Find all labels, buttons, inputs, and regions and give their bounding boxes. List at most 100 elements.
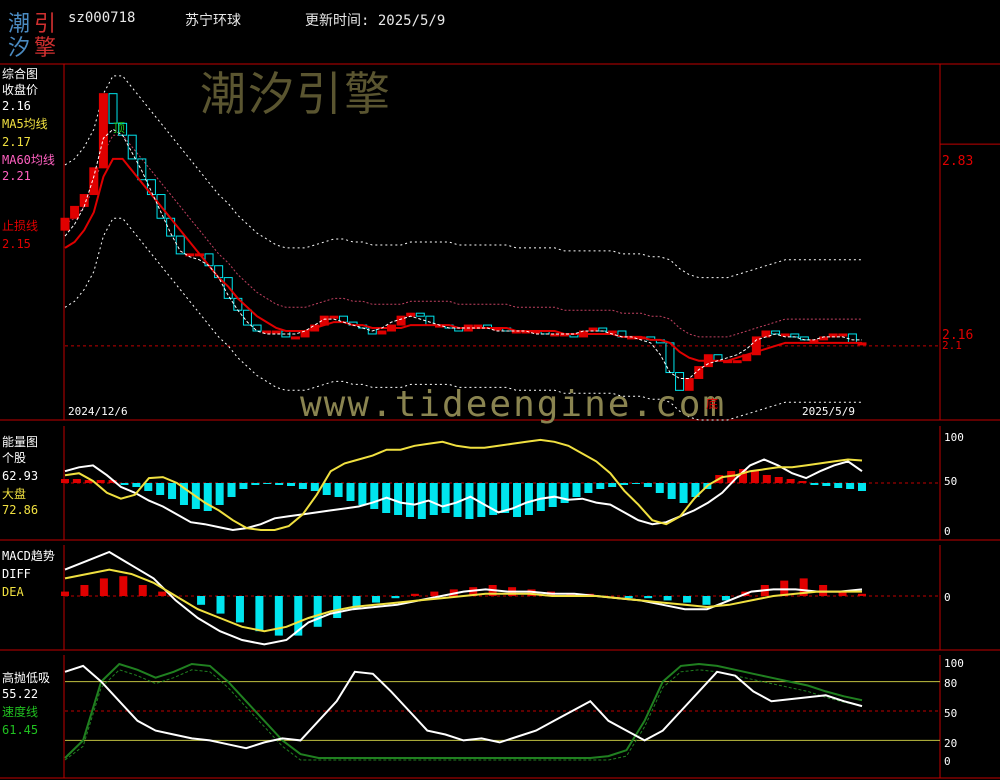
macd-bar (80, 585, 89, 596)
energy-bar (298, 483, 307, 489)
energy-bar (72, 479, 81, 483)
hilo-line (64, 664, 863, 750)
ma60-value: 2.21 (2, 169, 31, 183)
energy-bar (524, 483, 533, 515)
macd-bar (644, 596, 653, 599)
macd-bar (61, 591, 69, 596)
candle-bar (473, 324, 483, 328)
speed-dotted-line (64, 669, 863, 761)
energy-bar (858, 483, 866, 491)
energy-bar (596, 483, 605, 489)
energy-bar (370, 483, 379, 509)
macd-bar (819, 585, 828, 596)
energy-bar (287, 483, 296, 486)
energy-bar (346, 483, 355, 501)
candle-bar (108, 93, 118, 124)
stock-energy-label: 个股 (2, 451, 27, 465)
date-end: 2025/5/9 (802, 405, 855, 418)
energy-bar (762, 475, 771, 483)
candle-bar (329, 315, 339, 319)
ma60-label: MA60均线 (2, 153, 55, 167)
energy-bar (310, 483, 319, 491)
macd-bar (216, 596, 225, 614)
energy-bar (798, 481, 807, 483)
candle-bar (780, 333, 790, 337)
tick-resistance: 2.83 (942, 154, 974, 169)
candle-bar (204, 253, 214, 267)
watermark-cn: 潮汐引擎 (200, 67, 392, 121)
energy-bar (144, 483, 153, 491)
energy-bar (394, 483, 403, 515)
p4-tick: 50 (944, 707, 958, 720)
ma60-line (64, 157, 862, 362)
p4-tick: 20 (944, 737, 958, 750)
dea-label: DEA (2, 585, 24, 599)
panel4-value: 55.22 (2, 687, 39, 701)
energy-bar (405, 483, 414, 517)
p4-tick: 0 (944, 755, 951, 768)
energy-bar (572, 483, 581, 497)
stock-energy-value: 62.93 (2, 469, 39, 483)
candle-bar (214, 265, 224, 279)
diff-line (64, 550, 863, 646)
macd-bar (624, 596, 633, 599)
candle-bar (377, 330, 387, 335)
energy-bar (358, 483, 367, 505)
candle-bar (89, 167, 99, 196)
macd-bar (333, 596, 342, 618)
macd-bar (391, 596, 400, 599)
energy-bar (655, 483, 664, 493)
speed-value: 61.45 (2, 723, 39, 737)
energy-bar (750, 471, 759, 483)
top-marker: 顶 (113, 121, 126, 135)
stop-value: 2.15 (2, 237, 31, 251)
energy-bar (132, 483, 141, 487)
energy-bar (679, 483, 688, 503)
close-value: 2.16 (2, 99, 31, 113)
energy-bar (156, 483, 165, 495)
candle-bar (290, 336, 300, 340)
macd-bar (858, 593, 866, 596)
candle-bar (242, 309, 252, 326)
ma5-line (64, 128, 862, 379)
candle-bar (415, 312, 425, 317)
candle-bar (98, 93, 108, 169)
candle-bar (607, 330, 617, 334)
watermark-url: www.tideengine.com (300, 384, 727, 425)
energy-bar (608, 483, 617, 487)
candle-bar (60, 217, 70, 231)
panel3-title: MACD趋势 (2, 549, 55, 563)
macd-bar (255, 596, 264, 632)
energy-bar (120, 483, 129, 485)
macd-bar (313, 596, 322, 627)
macd-bar (702, 596, 711, 605)
market-energy-value: 72.86 (2, 503, 39, 517)
energy-bar (429, 483, 438, 515)
p3-tick: 0 (944, 591, 951, 604)
close-label: 收盘价 (2, 83, 39, 97)
candle-bar (838, 333, 848, 337)
energy-bar (643, 483, 652, 487)
market-energy-label: 大盘 (2, 487, 27, 501)
p2-tick: 0 (944, 525, 951, 538)
energy-bar (168, 483, 177, 499)
energy-bar (322, 483, 331, 495)
candle-bar (70, 205, 80, 219)
ma5-value: 2.17 (2, 135, 31, 149)
panel4-title: 高抛低吸 (2, 671, 51, 685)
energy-bar (96, 480, 105, 483)
macd-bar (235, 596, 244, 623)
p2-tick: 100 (944, 431, 964, 444)
candle-bar (396, 315, 406, 326)
energy-bar (275, 483, 284, 485)
date-start: 2024/12/6 (68, 405, 128, 418)
panel1-title: 综合图 (2, 67, 39, 81)
energy-bar (548, 483, 557, 507)
candle-bar (732, 360, 742, 364)
macd-bar (119, 576, 128, 596)
macd-bar (158, 591, 167, 596)
candle-bar (847, 333, 857, 344)
stop-label: 止损线 (2, 219, 39, 233)
macd-bar (430, 591, 439, 596)
energy-bar (810, 483, 819, 485)
